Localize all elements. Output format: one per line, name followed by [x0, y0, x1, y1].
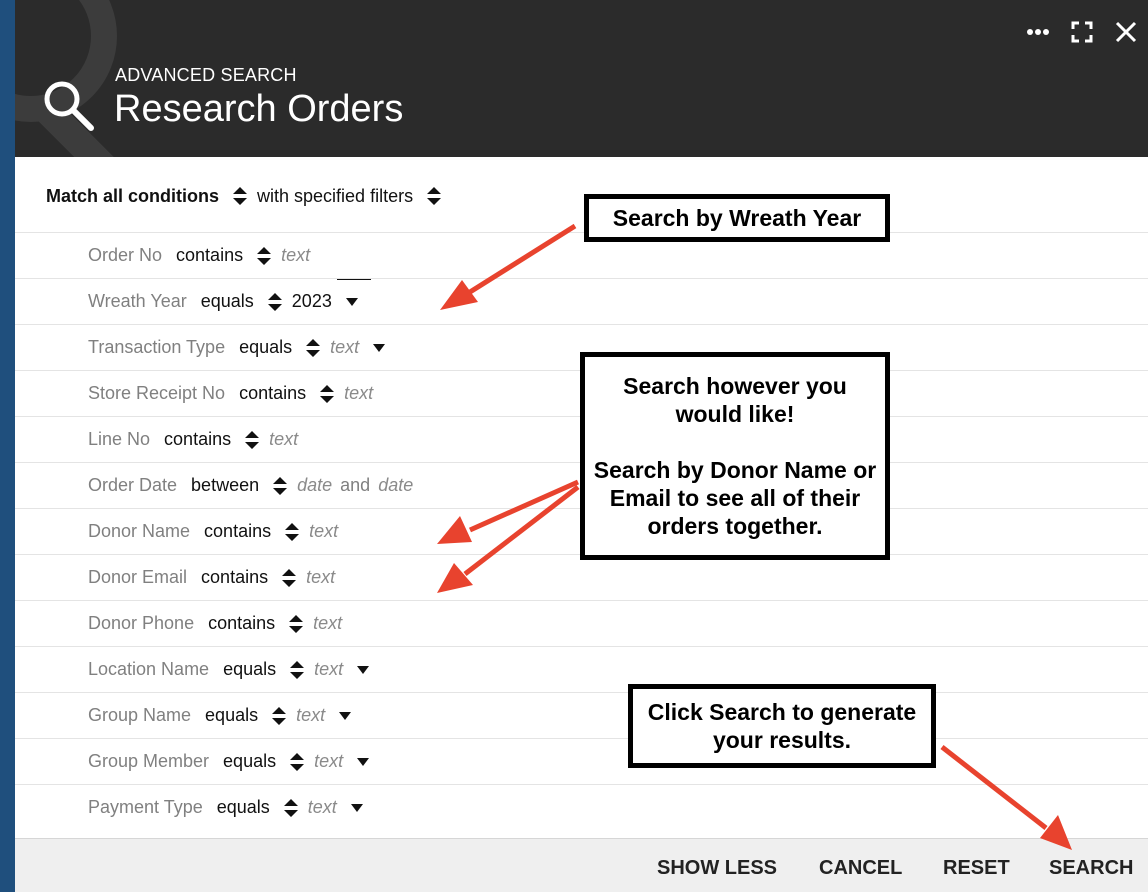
sort-updown-icon[interactable]	[273, 476, 288, 495]
sort-updown-icon[interactable]	[282, 568, 297, 587]
sort-updown-icon[interactable]	[267, 292, 282, 311]
operator-select[interactable]: contains	[164, 429, 231, 450]
dialog-header: ADVANCED SEARCH Research Orders	[15, 0, 1148, 157]
operator-select[interactable]: contains	[208, 613, 275, 634]
callout-click-search-text: Click Search to generate your results.	[647, 699, 917, 753]
expand-icon[interactable]	[1060, 14, 1104, 50]
filter-mode-select[interactable]: with specified filters	[257, 186, 413, 207]
filter-row: Payment Type equals text	[15, 784, 1148, 830]
filter-label: Donor Email	[88, 567, 188, 587]
operator-select[interactable]: equals	[223, 751, 276, 772]
show-less-button[interactable]: SHOW LESS	[657, 857, 777, 880]
sort-updown-icon[interactable]	[233, 187, 248, 205]
close-icon[interactable]	[1104, 14, 1148, 50]
filter-label: Group Name	[88, 705, 192, 725]
sort-updown-icon[interactable]	[257, 246, 272, 265]
callout-search-any-text-1: Search however you would like!	[623, 373, 847, 427]
chevron-down-icon[interactable]	[357, 665, 370, 674]
callout-wreath-year: Search by Wreath Year	[584, 194, 890, 242]
filter-value-input[interactable]: text	[296, 705, 325, 726]
operator-select[interactable]: between	[191, 475, 259, 496]
window-controls	[1016, 14, 1148, 50]
filter-value-input[interactable]: text	[309, 521, 338, 542]
callout-wreath-year-text: Search by Wreath Year	[612, 205, 862, 231]
sort-updown-icon[interactable]	[283, 798, 298, 817]
filter-value-input[interactable]: text	[314, 659, 343, 680]
filter-value-input[interactable]: text	[308, 797, 337, 818]
sort-updown-icon[interactable]	[285, 522, 300, 541]
chevron-down-icon[interactable]	[373, 343, 386, 352]
filter-label: Transaction Type	[88, 337, 226, 357]
sort-updown-icon[interactable]	[272, 706, 287, 725]
filter-row: Location Name equals text	[15, 646, 1148, 692]
callout-search-any: Search however you would like! Search by…	[580, 352, 890, 560]
sort-updown-icon[interactable]	[306, 338, 321, 357]
dialog-subtitle: ADVANCED SEARCH	[115, 65, 297, 85]
filter-label: Location Name	[88, 659, 210, 679]
operator-select[interactable]: contains	[239, 383, 306, 404]
filter-label: Donor Phone	[88, 613, 195, 633]
dialog-title: Research Orders	[114, 88, 404, 130]
filter-label: Line No	[88, 429, 151, 449]
filter-value-input[interactable]: text	[281, 245, 310, 266]
filter-value-input[interactable]: text	[269, 429, 298, 450]
filter-value-input[interactable]: text	[344, 383, 373, 404]
filter-row: Order No contains text	[15, 232, 1148, 280]
filter-value-input[interactable]: text	[313, 613, 342, 634]
operator-select[interactable]: equals	[223, 659, 276, 680]
chevron-down-icon[interactable]	[345, 297, 358, 306]
filter-value-input[interactable]: text	[306, 567, 335, 588]
filter-label: Store Receipt No	[88, 383, 226, 403]
filter-row: Group Member equals text	[15, 738, 1148, 784]
search-button[interactable]: SEARCH	[1049, 857, 1133, 880]
chevron-down-icon[interactable]	[339, 711, 352, 720]
filter-row: Donor Email contains text	[15, 554, 1148, 600]
filter-label: Group Member	[88, 751, 210, 771]
filter-row: Group Name equals text	[15, 692, 1148, 738]
sort-updown-icon[interactable]	[320, 384, 335, 403]
operator-select[interactable]: equals	[205, 705, 258, 726]
filter-row: Donor Phone contains text	[15, 600, 1148, 646]
between-conjunction: and	[340, 475, 371, 495]
filter-label: Order No	[88, 245, 163, 265]
operator-select[interactable]: contains	[176, 245, 243, 266]
filter-value-input-end[interactable]: date	[378, 475, 413, 496]
reset-button[interactable]: RESET	[943, 857, 1010, 880]
sort-updown-icon[interactable]	[245, 430, 260, 449]
filter-label: Order Date	[88, 475, 178, 495]
operator-select[interactable]: contains	[201, 567, 268, 588]
operator-select[interactable]: equals	[239, 337, 292, 358]
callout-search-any-text-2: Search by Donor Name or Email to see all…	[593, 457, 877, 539]
match-mode-select[interactable]: Match all conditions	[46, 186, 219, 207]
filter-label: Payment Type	[88, 797, 203, 817]
more-icon[interactable]	[1016, 14, 1060, 50]
dialog-footer: SHOW LESS CANCEL RESET SEARCH	[15, 838, 1148, 892]
filter-label: Donor Name	[88, 521, 191, 541]
operator-select[interactable]: equals	[217, 797, 270, 818]
filter-value-input[interactable]: date	[297, 475, 332, 496]
operator-select[interactable]: contains	[204, 521, 271, 542]
sort-updown-icon[interactable]	[427, 187, 442, 205]
match-conditions-row: Match all conditions with specified filt…	[46, 181, 451, 211]
filter-label: Wreath Year	[88, 291, 187, 311]
operator-select[interactable]: equals	[201, 291, 254, 312]
sort-updown-icon[interactable]	[290, 660, 305, 679]
search-icon	[41, 78, 95, 132]
callout-click-search: Click Search to generate your results.	[628, 684, 936, 768]
cancel-button[interactable]: CANCEL	[819, 857, 902, 880]
sort-updown-icon[interactable]	[289, 614, 304, 633]
filter-value-input[interactable]: 2023	[292, 291, 332, 312]
chevron-down-icon[interactable]	[357, 757, 370, 766]
sort-updown-icon[interactable]	[290, 752, 305, 771]
chevron-down-icon[interactable]	[350, 803, 363, 812]
filter-row: Wreath Year equals 2023	[15, 278, 1148, 324]
filter-value-input[interactable]: text	[314, 751, 343, 772]
filter-value-input[interactable]: text	[330, 337, 359, 358]
